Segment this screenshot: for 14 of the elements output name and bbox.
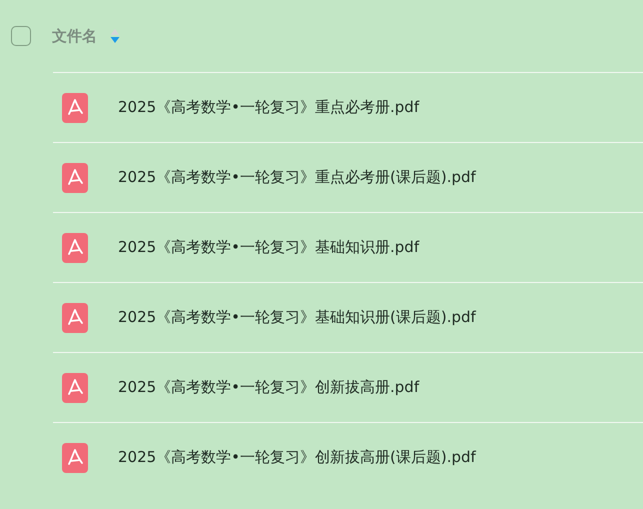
file-name[interactable]: 2025《高考数学•一轮复习》创新拔高册.pdf [118, 378, 420, 397]
sort-icon[interactable] [110, 29, 120, 43]
file-name[interactable]: 2025《高考数学•一轮复习》基础知识册(课后题).pdf [118, 308, 476, 327]
pdf-file-icon [62, 162, 88, 192]
select-all-checkbox[interactable] [11, 26, 31, 46]
pdf-file-icon [62, 302, 88, 332]
file-name[interactable]: 2025《高考数学•一轮复习》重点必考册.pdf [118, 98, 420, 117]
pdf-file-icon [62, 92, 88, 122]
pdf-file-icon [62, 442, 88, 472]
pdf-file-icon [62, 372, 88, 402]
file-name[interactable]: 2025《高考数学•一轮复习》重点必考册(课后题).pdf [118, 168, 476, 187]
file-name[interactable]: 2025《高考数学•一轮复习》创新拔高册(课后题).pdf [118, 448, 476, 467]
pdf-file-icon [62, 232, 88, 262]
file-name[interactable]: 2025《高考数学•一轮复习》基础知识册.pdf [118, 238, 420, 257]
